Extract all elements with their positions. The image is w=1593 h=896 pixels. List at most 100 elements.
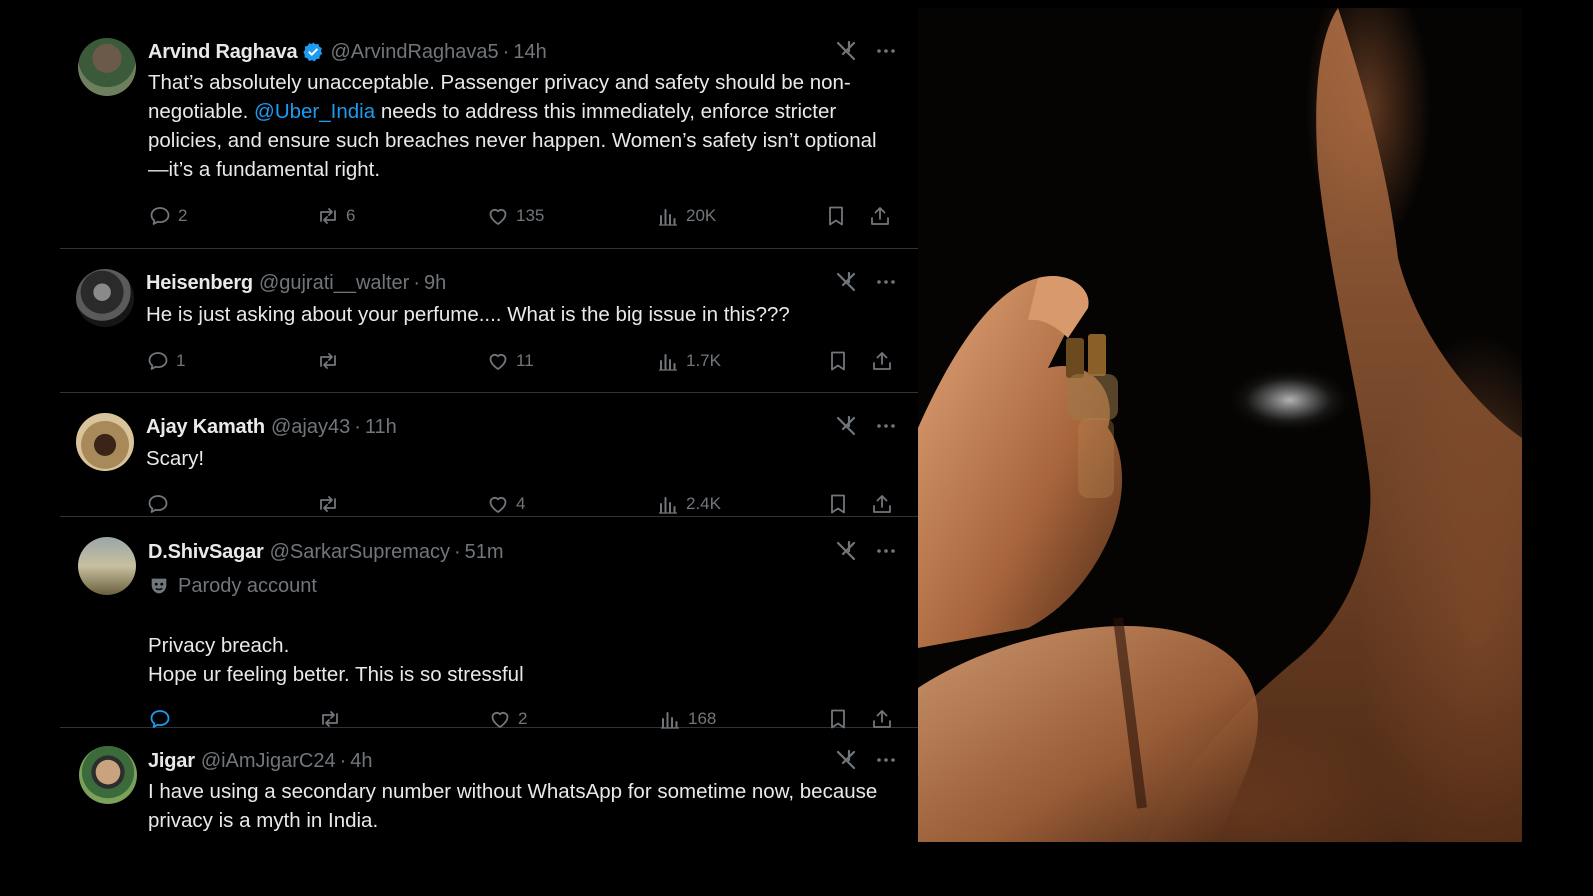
author-name[interactable]: Jigar [148, 750, 195, 773]
author-name[interactable]: Heisenberg [146, 272, 253, 295]
share-button[interactable] [870, 349, 894, 373]
tweet-actions: 4 2.4K [146, 492, 894, 514]
grok-icon[interactable] [834, 748, 858, 772]
separator-dot: · [354, 415, 361, 438]
like-count: 4 [516, 494, 526, 513]
more-icon[interactable] [874, 270, 898, 294]
mention-link[interactable]: @Uber_India [254, 100, 375, 123]
tweet-text-line: Privacy breach. [148, 634, 290, 657]
bookmark-button[interactable] [826, 349, 850, 373]
more-icon[interactable] [874, 39, 898, 63]
reply-count: 2 [178, 206, 188, 225]
reply-button[interactable]: 1 [146, 349, 185, 373]
tweet-text: Privacy breach. Hope ur feeling better. … [148, 631, 893, 689]
separator-dot: · [413, 271, 420, 294]
timestamp[interactable]: 9h [424, 272, 446, 295]
parody-text: Parody account [178, 574, 317, 597]
author-name[interactable]: D.ShivSagar [148, 541, 264, 564]
author-name[interactable]: Ajay Kamath [146, 416, 265, 439]
timestamp[interactable]: 4h [350, 750, 372, 773]
reply-button[interactable]: 2 [148, 204, 187, 228]
bookmark-icon [824, 204, 848, 228]
tweet-actions: 1 11 1.7K [146, 349, 894, 375]
like-button[interactable]: 135 [486, 204, 544, 228]
views-count: 2.4K [686, 494, 721, 513]
timestamp[interactable]: 51m [465, 541, 504, 564]
perfume-photo [918, 8, 1522, 842]
like-icon [486, 492, 510, 514]
grok-icon[interactable] [834, 539, 858, 563]
views-icon [656, 492, 680, 514]
tweet-text: I have using a secondary number without … [148, 780, 878, 832]
repost-button[interactable] [316, 492, 346, 514]
like-count: 11 [516, 351, 534, 370]
perfume-photo-art [918, 8, 1522, 842]
author-handle[interactable]: @SarkarSupremacy [270, 541, 450, 564]
separator-dot: · [339, 749, 347, 772]
reply-button[interactable] [146, 492, 176, 514]
tweet-text-line: Hope ur feeling better. This is so stres… [148, 663, 524, 686]
views-button[interactable]: 2.4K [656, 492, 721, 514]
author-handle[interactable]: @ArvindRaghava5 [330, 41, 498, 64]
views-count: 168 [688, 709, 717, 728]
share-icon [870, 492, 894, 514]
like-icon [486, 204, 510, 228]
views-button[interactable]: 20K [656, 204, 716, 228]
like-count: 2 [518, 709, 528, 728]
more-icon[interactable] [874, 414, 898, 438]
more-icon[interactable] [874, 748, 898, 772]
views-button[interactable]: 1.7K [656, 349, 721, 373]
avatar[interactable] [76, 269, 134, 327]
timestamp[interactable]: 14h [513, 41, 546, 64]
author-handle[interactable]: @gujrati__walter [259, 272, 409, 295]
share-button[interactable] [868, 204, 892, 228]
views-count: 20K [686, 206, 717, 225]
reply-icon [148, 204, 172, 228]
author-name[interactable]: Arvind Raghava [148, 41, 298, 64]
tweet-text: He is just asking about your perfume....… [146, 303, 790, 326]
author-handle[interactable]: @ajay43 [271, 416, 350, 439]
tweet-jigar[interactable]: Jigar @iAmJigarC24 · 4h I have using a s… [60, 728, 918, 848]
share-icon [870, 349, 894, 373]
avatar[interactable] [76, 413, 134, 471]
reply-count: 1 [176, 351, 186, 370]
like-button[interactable]: 11 [486, 349, 534, 373]
bookmark-icon [826, 349, 850, 373]
like-button[interactable]: 4 [486, 492, 525, 514]
repost-count: 6 [346, 206, 356, 225]
grok-icon[interactable] [834, 39, 858, 63]
tweet-ajay[interactable]: Ajay Kamath @ajay43 · 11h Scary! 4 2.4K [60, 393, 918, 517]
parody-label: Parody account [148, 573, 317, 599]
parody-mask-icon [148, 575, 170, 597]
tweet-text: That’s absolutely unacceptable. Passenge… [148, 68, 893, 184]
separator-dot: · [502, 40, 510, 63]
bookmark-button[interactable] [824, 204, 848, 228]
separator-dot: · [454, 540, 461, 563]
tweet-text: Scary! [146, 447, 205, 470]
avatar[interactable] [78, 38, 136, 96]
verified-badge-icon [303, 42, 323, 62]
bookmark-button[interactable] [826, 492, 850, 514]
reply-icon [146, 349, 170, 373]
tweet-arvind[interactable]: Arvind Raghava @ArvindRaghava5 · 14h Tha… [60, 26, 918, 249]
avatar[interactable] [79, 746, 137, 804]
repost-button[interactable]: 6 [316, 204, 355, 228]
share-button[interactable] [870, 492, 894, 514]
timestamp[interactable]: 11h [365, 416, 397, 439]
like-count: 135 [516, 206, 545, 225]
author-handle[interactable]: @iAmJigarC24 [201, 750, 336, 773]
grok-icon[interactable] [834, 270, 858, 294]
like-icon [486, 349, 510, 373]
repost-icon [316, 349, 340, 373]
repost-button[interactable] [316, 349, 346, 373]
repost-icon [316, 204, 340, 228]
more-icon[interactable] [874, 539, 898, 563]
bookmark-icon [826, 492, 850, 514]
share-icon [868, 204, 892, 228]
reply-icon [146, 492, 170, 514]
views-icon [656, 204, 680, 228]
tweet-heisenberg[interactable]: Heisenberg @gujrati__walter · 9h He is j… [60, 249, 918, 393]
avatar[interactable] [78, 537, 136, 595]
tweet-shivsagar[interactable]: D.ShivSagar @SarkarSupremacy · 51m Parod… [60, 517, 918, 728]
grok-icon[interactable] [834, 414, 858, 438]
